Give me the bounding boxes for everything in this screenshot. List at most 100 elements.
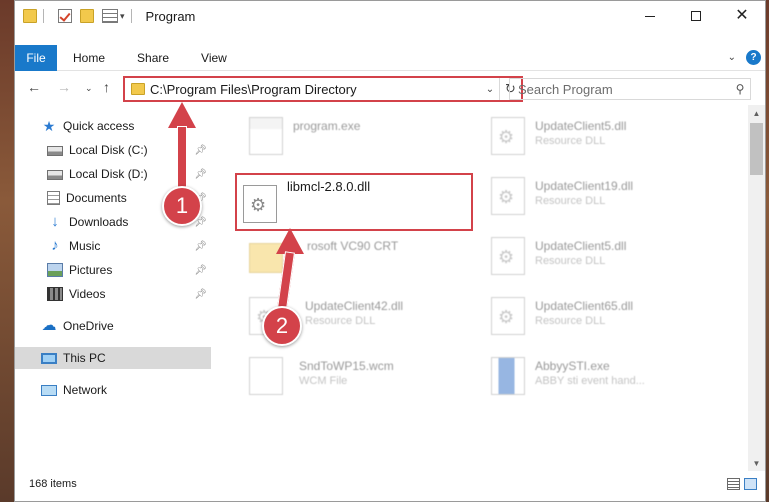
window-title: Program [145,8,196,24]
search-placeholder[interactable]: Search Program [518,82,730,97]
file-name: UpdateClient5.dll [535,119,627,133]
file-type: Resource DLL [535,255,606,267]
star-icon: ★ [42,118,56,134]
sidebar-item-videos[interactable]: Videos 📌︎ [15,283,211,305]
dll-file-icon [491,177,525,215]
address-bar[interactable]: C:\Program Files\Program Directory ⌄ ↻ [123,76,523,102]
sidebar-item-label: Local Disk (D:) [69,167,148,181]
tab-share[interactable]: Share [121,51,185,65]
scroll-up-icon[interactable]: ▲ [748,105,765,121]
music-icon: ♪ [51,237,59,254]
computer-icon [41,352,57,364]
arrow-up-icon [168,102,196,128]
file-name: UpdateClient5.dll [535,239,627,253]
search-input[interactable]: Search Program ⚲ [509,78,751,100]
properties-icon[interactable] [102,9,118,23]
sidebar-item-label: Documents [66,191,127,205]
details-view-icon[interactable] [727,478,740,490]
address-path[interactable]: C:\Program Files\Program Directory [150,82,481,97]
dll-file-icon [243,185,277,223]
maximize-button[interactable] [673,1,719,31]
highlighted-file[interactable]: libmcl-2.8.0.dll [235,173,473,231]
pin-icon: 📌︎ [194,288,207,300]
file-icon [249,357,283,395]
sidebar-item-this-pc[interactable]: This PC [15,347,211,369]
step-1-badge: 1 [162,186,202,226]
up-arrow-icon[interactable]: ↑ [103,79,110,95]
documents-icon [47,191,60,205]
sidebar-item-network[interactable]: Network [15,379,211,401]
help-icon[interactable]: ? [746,50,761,65]
vertical-scrollbar[interactable]: ▲ ▼ [748,105,765,471]
tab-file[interactable]: File [15,44,57,71]
chevron-down-icon[interactable]: ⌄ [481,84,499,95]
disk-icon [47,170,63,180]
sidebar-item-label: Music [69,239,101,253]
tiles-view-icon[interactable] [744,478,757,490]
file-type: ABBY sti event hand... [535,375,645,387]
pin-icon: 📌︎ [194,264,207,276]
list-item[interactable]: UpdateClient65.dll Resource DLL [487,289,727,341]
sidebar-item-label: Downloads [69,215,129,229]
exe-file-icon [491,357,525,395]
view-switcher [727,478,757,490]
item-count: 168 items [29,478,77,490]
sidebar-item-label: Network [63,383,108,397]
minimize-icon [645,15,655,17]
sidebar-item-pictures[interactable]: Pictures 📌︎ [15,259,211,281]
close-button[interactable]: ✕ [719,1,765,31]
file-type: Resource DLL [535,315,606,327]
tab-view[interactable]: View [185,51,243,65]
status-bar: 168 items [15,473,765,495]
search-icon[interactable]: ⚲ [730,82,750,96]
file-name: UpdateClient42.dll [305,299,404,313]
pin-icon: 📌︎ [194,168,207,180]
sidebar-item-label: OneDrive [63,319,114,333]
list-item[interactable]: AbbyySTI.exe ABBY sti event hand... [487,349,727,401]
scrollbar-thumb[interactable] [750,123,763,175]
dll-file-icon [491,237,525,275]
chevron-down-icon[interactable]: ⌄ [728,52,736,63]
network-icon [41,384,57,396]
properties-check-icon[interactable] [58,9,72,23]
minimize-button[interactable] [627,1,673,31]
address-row: ← → ⌄ ↑ C:\Program Files\Program Directo… [15,73,765,105]
list-item[interactable]: UpdateClient5.dll Resource DLL [487,229,727,281]
list-item[interactable]: program.exe [245,109,485,161]
ribbon-controls: ⌄ ? [728,50,761,65]
tab-home[interactable]: Home [57,51,121,65]
sidebar-item-label: Quick access [63,119,135,133]
file-name: rosoft VC90 CRT [307,239,399,253]
dll-file-icon [491,297,525,335]
step-2-badge: 2 [262,306,302,346]
cloud-icon: ☁ [41,317,57,334]
close-icon: ✕ [735,7,749,24]
list-item[interactable]: UpdateClient5.dll Resource DLL [487,109,727,161]
download-icon: ↓ [51,213,59,230]
list-item[interactable]: UpdateClient19.dll Resource DLL [487,169,727,221]
divider [130,9,132,23]
pictures-icon [47,263,63,277]
divider [43,9,44,23]
ribbon-tabs: File Home Share View ⌄ ? [15,44,765,71]
forward-arrow-icon[interactable]: → [57,79,71,95]
new-folder-icon[interactable] [80,9,94,23]
sidebar-item-music[interactable]: ♪ Music 📌︎ [15,235,211,257]
sidebar-item-label: This PC [63,351,106,365]
recent-chevron-icon[interactable]: ⌄ [85,83,93,94]
back-arrow-icon[interactable]: ← [27,79,41,95]
list-item[interactable]: SndToWP15.wcm WCM File [245,349,485,401]
arrow-up-icon [276,228,304,254]
file-name: AbbyySTI.exe [535,359,610,373]
chevron-down-icon[interactable]: ▾ [120,11,125,22]
folder-icon [23,9,37,23]
sidebar-item-onedrive[interactable]: ☁ OneDrive [15,315,211,337]
sidebar-item-label: Videos [69,287,106,301]
window-controls: ✕ [627,1,765,31]
sidebar-item-label: Local Disk (C:) [69,143,148,157]
exe-file-icon [249,117,283,155]
file-name: UpdateClient65.dll [535,299,634,313]
scroll-down-icon[interactable]: ▼ [748,455,765,471]
file-list: program.exe UpdateClient5.dll Resource D… [225,105,749,469]
file-type: Resource DLL [535,135,606,147]
